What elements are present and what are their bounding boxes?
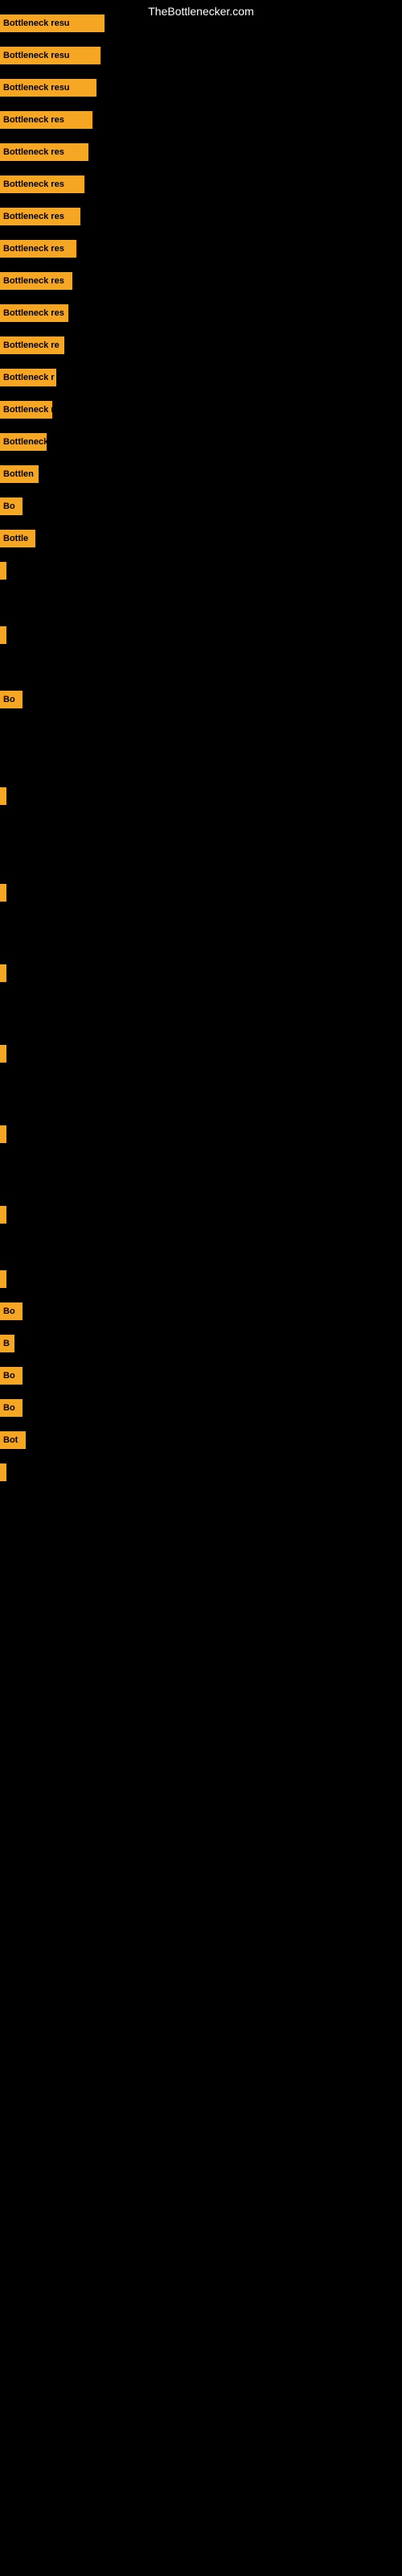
bar-line (0, 1045, 6, 1063)
bar-item: Bottleneck res (0, 175, 84, 193)
bar-item (0, 1463, 6, 1481)
bar-line (0, 787, 6, 805)
bar-item: Bottleneck r (0, 433, 47, 451)
bar-line (0, 1270, 6, 1288)
bar-item: Bottleneck res (0, 272, 72, 290)
bar-item: B (0, 1335, 14, 1352)
bar-label: Bot (0, 1431, 26, 1449)
bar-item (0, 964, 6, 982)
bar-label: Bottlen (0, 465, 39, 483)
bar-label: Bottleneck res (0, 304, 68, 322)
bar-label: Bottleneck res (0, 240, 76, 258)
bar-line (0, 626, 6, 644)
bar-label: Bo (0, 1302, 23, 1320)
bar-item: Bottleneck res (0, 208, 80, 225)
bar-item: Bo (0, 1399, 23, 1417)
bar-item: Bottleneck resu (0, 47, 100, 64)
bar-label: Bo (0, 1399, 23, 1417)
bar-label: Bottle (0, 530, 35, 547)
bar-label: Bottleneck r (0, 401, 52, 419)
bar-label: Bottleneck r (0, 369, 56, 386)
bar-item: Bo (0, 497, 23, 515)
bar-item: Bottleneck r (0, 369, 56, 386)
bar-line (0, 1125, 6, 1143)
bar-label: Bottleneck res (0, 175, 84, 193)
bar-item (0, 562, 6, 580)
bar-item: Bo (0, 691, 23, 708)
bar-label: Bottleneck resu (0, 47, 100, 64)
bar-item: Bottleneck r (0, 401, 52, 419)
bar-item (0, 884, 6, 902)
bar-item: Bot (0, 1431, 26, 1449)
bar-label: Bo (0, 497, 23, 515)
bar-line (0, 884, 6, 902)
bar-label: Bottleneck r (0, 433, 47, 451)
bar-label: Bo (0, 691, 23, 708)
bar-label: Bo (0, 1367, 23, 1385)
bar-item: Bottleneck res (0, 111, 92, 129)
bar-item: Bottle (0, 530, 35, 547)
bar-item: Bo (0, 1302, 23, 1320)
bar-item (0, 1270, 6, 1288)
bar-item (0, 1206, 6, 1224)
bar-label: Bottleneck res (0, 111, 92, 129)
bar-line (0, 1206, 6, 1224)
bar-label: Bottleneck resu (0, 79, 96, 97)
bar-label: Bottleneck re (0, 336, 64, 354)
bar-item (0, 626, 6, 644)
bar-label: Bottleneck resu (0, 14, 105, 32)
bar-label: Bottleneck res (0, 272, 72, 290)
bar-item: Bottleneck re (0, 336, 64, 354)
bar-label: Bottleneck res (0, 208, 80, 225)
bar-label: B (0, 1335, 14, 1352)
bar-item: Bo (0, 1367, 23, 1385)
bar-label: Bottleneck res (0, 143, 88, 161)
bar-item (0, 787, 6, 805)
bar-line (0, 562, 6, 580)
bar-line (0, 964, 6, 982)
bar-item (0, 1125, 6, 1143)
bar-item: Bottleneck res (0, 304, 68, 322)
bar-item: Bottleneck res (0, 240, 76, 258)
bar-item: Bottleneck resu (0, 14, 105, 32)
bar-item: Bottleneck res (0, 143, 88, 161)
bar-item: Bottleneck resu (0, 79, 96, 97)
bar-line (0, 1463, 6, 1481)
bar-item: Bottlen (0, 465, 39, 483)
bar-item (0, 1045, 6, 1063)
